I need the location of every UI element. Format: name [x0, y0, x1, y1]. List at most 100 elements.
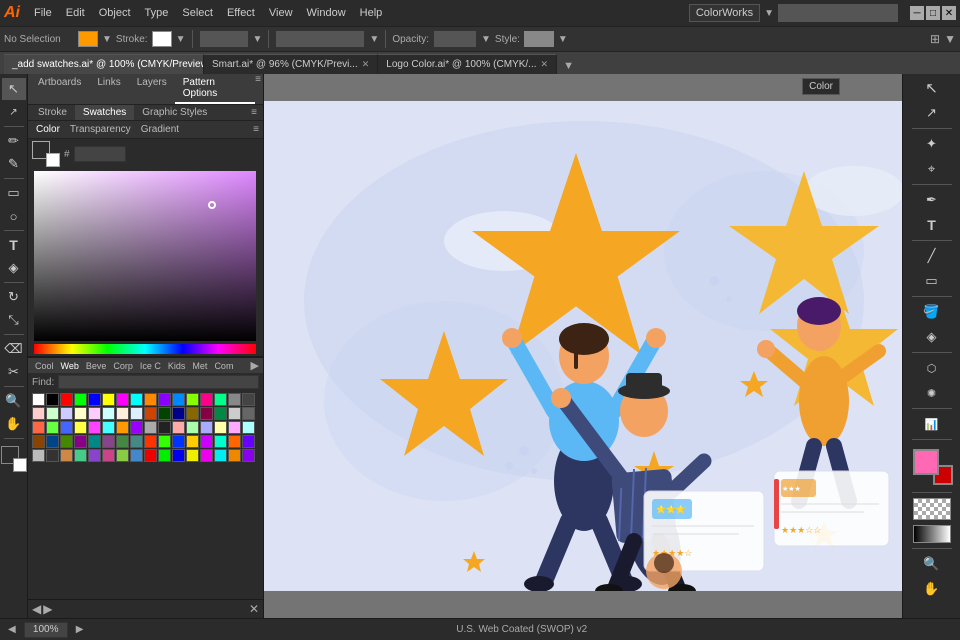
swatch-cell[interactable]: [200, 435, 213, 448]
sw-tab-corp[interactable]: Corp: [110, 360, 136, 372]
rp-shape-tool[interactable]: ▭: [908, 269, 956, 293]
swatch-cell[interactable]: [46, 449, 59, 462]
swatch-cell[interactable]: [242, 393, 255, 406]
swatch-cell[interactable]: [186, 449, 199, 462]
stroke-color-swatch[interactable]: [152, 31, 172, 47]
rotate-tool[interactable]: ↻: [2, 286, 26, 308]
menu-view[interactable]: View: [263, 5, 299, 21]
arrange-icon[interactable]: ⊞: [930, 32, 940, 46]
swatch-cell[interactable]: [60, 407, 73, 420]
ctab-gradient[interactable]: Gradient: [137, 123, 183, 136]
swatch-cell[interactable]: [46, 421, 59, 434]
hand-tool[interactable]: ✋: [2, 413, 26, 435]
rp-wand-tool[interactable]: ✦: [908, 132, 956, 156]
scissors-tool[interactable]: ✂: [2, 361, 26, 383]
swatch-cell[interactable]: [214, 449, 227, 462]
swatch-cell[interactable]: [130, 449, 143, 462]
swatch-cell[interactable]: [74, 407, 87, 420]
swatch-cell[interactable]: [130, 407, 143, 420]
color-panel-menu[interactable]: ≡: [253, 124, 259, 135]
swatch-cell[interactable]: [130, 435, 143, 448]
sw-tab-met[interactable]: Met: [189, 360, 210, 372]
swatch-cell[interactable]: [116, 421, 129, 434]
panel-close-btn[interactable]: ✕: [249, 602, 259, 616]
direct-select-tool[interactable]: ↗: [2, 101, 26, 123]
swatch-cell[interactable]: [158, 449, 171, 462]
align-icon[interactable]: ▼: [944, 32, 956, 46]
rp-graph-tool[interactable]: 📊: [908, 412, 956, 436]
swatch-cell[interactable]: [172, 407, 185, 420]
swatch-cell[interactable]: [32, 449, 45, 462]
swatch-cell[interactable]: [130, 393, 143, 406]
rp-hand-tool[interactable]: ✋: [908, 577, 956, 601]
tab-2[interactable]: Logo Color.ai* @ 100% (CMYK/... ✕: [378, 54, 557, 74]
canvas-area[interactable]: Color: [264, 74, 902, 618]
colorworks-button[interactable]: ColorWorks: [689, 4, 760, 22]
ptab-layers[interactable]: Layers: [129, 74, 175, 104]
swatch-cell[interactable]: [186, 421, 199, 434]
swatch-cell[interactable]: [116, 393, 129, 406]
sw-tab-web[interactable]: Web: [58, 360, 82, 372]
swatch-cell[interactable]: [200, 421, 213, 434]
swatch-cell[interactable]: [74, 421, 87, 434]
opacity-input[interactable]: 100%: [433, 30, 477, 48]
swatch-cell[interactable]: [228, 393, 241, 406]
swatch-cell[interactable]: [214, 393, 227, 406]
swatch-cell[interactable]: [88, 393, 101, 406]
panel-prev-btn[interactable]: ◀: [32, 602, 41, 616]
pen-tool[interactable]: ✏: [2, 130, 26, 152]
zoom-tool[interactable]: 🔍: [2, 390, 26, 412]
close-button[interactable]: ✕: [942, 6, 956, 20]
swatch-cell[interactable]: [102, 435, 115, 448]
fill-color-swatch[interactable]: [78, 31, 98, 47]
rp-select-tool[interactable]: ↖: [908, 76, 956, 100]
swatch-cell[interactable]: [116, 407, 129, 420]
rect-tool[interactable]: ▭: [2, 182, 26, 204]
stab-stroke[interactable]: Stroke: [30, 105, 75, 120]
swatch-cell[interactable]: [200, 449, 213, 462]
swatch-cell[interactable]: [46, 407, 59, 420]
ptab-artboards[interactable]: Artboards: [30, 74, 89, 104]
menu-select[interactable]: Select: [176, 5, 219, 21]
color-stroke-indicator[interactable]: [46, 153, 60, 167]
swatch-cell[interactable]: [102, 449, 115, 462]
rp-zoom-tool[interactable]: 🔍: [908, 552, 956, 576]
swatch-cell[interactable]: [60, 393, 73, 406]
swatch-cell[interactable]: [144, 393, 157, 406]
swatch-cell[interactable]: [144, 421, 157, 434]
swatch-cell[interactable]: [32, 421, 45, 434]
swatch-cell[interactable]: [32, 393, 45, 406]
swatch-tabs-arrows[interactable]: ▶: [251, 359, 259, 372]
rp-direct-select[interactable]: ↗: [908, 101, 956, 125]
swatch-cell[interactable]: [116, 435, 129, 448]
style-swatch[interactable]: [524, 31, 554, 47]
zoom-in-button[interactable]: ▶: [76, 624, 84, 635]
zoom-input[interactable]: [24, 622, 68, 638]
subtab-menu-icon[interactable]: ≡: [247, 105, 261, 120]
ptab-links[interactable]: Links: [89, 74, 128, 104]
swatch-cell[interactable]: [214, 435, 227, 448]
rp-paintbucket[interactable]: 🪣: [908, 300, 956, 324]
rp-pen-tool[interactable]: ✒: [908, 188, 956, 212]
swatch-cell[interactable]: [228, 421, 241, 434]
select-tool[interactable]: ↖: [2, 78, 26, 100]
swatch-cell[interactable]: [32, 435, 45, 448]
swatch-cell[interactable]: [242, 435, 255, 448]
scale-tool[interactable]: ⤡: [2, 309, 26, 331]
tab-2-close[interactable]: ✕: [541, 59, 549, 70]
sw-tab-cool[interactable]: Cool: [32, 360, 57, 372]
rp-lasso-tool[interactable]: ⌖: [908, 157, 956, 181]
sw-tab-kids[interactable]: Kids: [165, 360, 189, 372]
swatch-cell[interactable]: [186, 407, 199, 420]
stroke-width-input[interactable]: [199, 30, 249, 48]
menu-object[interactable]: Object: [93, 5, 137, 21]
stroke-swatch-small[interactable]: [13, 458, 27, 472]
swatch-cell[interactable]: [242, 421, 255, 434]
variable-input[interactable]: [275, 30, 365, 48]
swatch-cell[interactable]: [46, 435, 59, 448]
swatch-cell[interactable]: [214, 421, 227, 434]
swatch-cell[interactable]: [144, 449, 157, 462]
swatch-cell[interactable]: [60, 421, 73, 434]
panel-next-btn[interactable]: ▶: [43, 602, 52, 616]
swatch-cell[interactable]: [102, 421, 115, 434]
